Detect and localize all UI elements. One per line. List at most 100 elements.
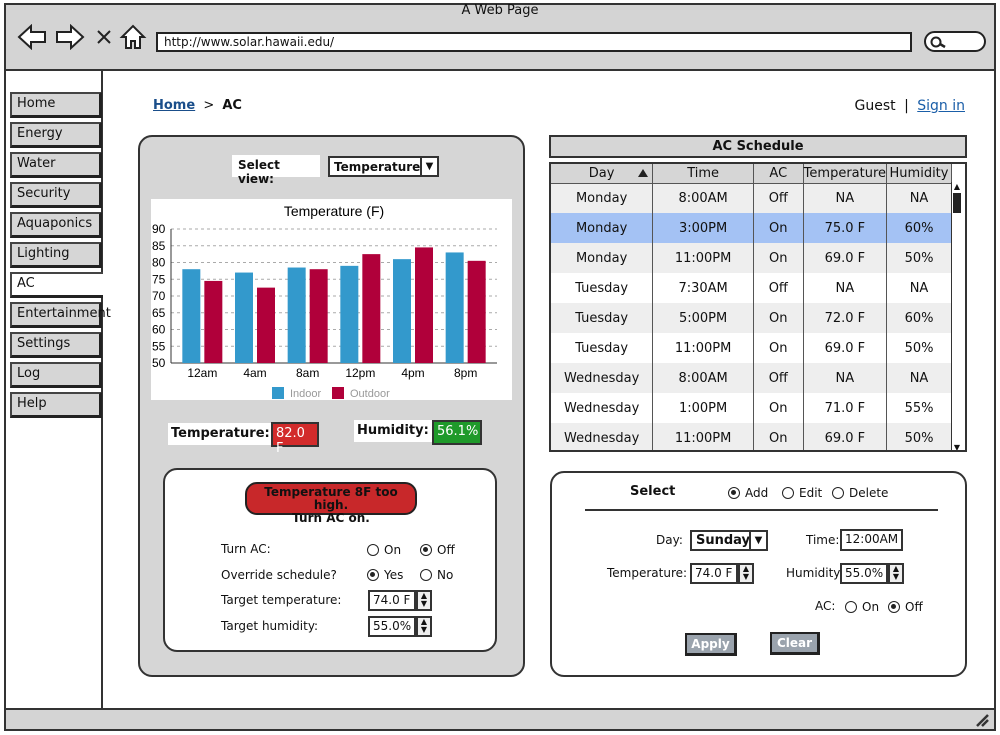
- target-temperature-stepper[interactable]: 74.0 F ▲ ▼: [368, 590, 432, 611]
- edit-mode-radio[interactable]: Edit: [782, 486, 822, 500]
- editor-ac-label: AC:: [815, 599, 836, 613]
- table-cell: On: [753, 393, 804, 423]
- sidebar-item-aquaponics[interactable]: Aquaponics: [10, 212, 102, 238]
- override-no-radio[interactable]: No: [420, 568, 453, 582]
- y-tick-label: 85: [152, 239, 166, 253]
- sidebar-item-security[interactable]: Security: [10, 182, 102, 208]
- view-select[interactable]: Temperature ▼: [328, 156, 439, 177]
- editor-ac-off-radio[interactable]: Off: [888, 600, 923, 614]
- table-row[interactable]: Monday 3:00PM On 75.0 F 60%: [551, 213, 952, 243]
- turn-ac-off-radio[interactable]: Off: [420, 543, 455, 557]
- sidebar-item-water[interactable]: Water: [10, 152, 102, 178]
- editor-ac-on-radio[interactable]: On: [845, 600, 879, 614]
- bar-indoor-4am: [235, 272, 253, 363]
- scrollbar-thumb[interactable]: [953, 193, 961, 213]
- table-cell: Off: [753, 273, 804, 303]
- resize-grip-icon[interactable]: [974, 712, 990, 728]
- stepper-value: 74.0 F: [373, 593, 411, 607]
- sort-ascending-icon[interactable]: [637, 167, 649, 182]
- radio-icon: [782, 487, 794, 499]
- editor-humidity-stepper[interactable]: 55.0% ▲ ▼: [840, 563, 904, 584]
- day-select[interactable]: Sunday ▼: [690, 530, 768, 551]
- address-bar[interactable]: http://www.solar.hawaii.edu/: [156, 32, 912, 52]
- sidebar-item-home[interactable]: Home: [10, 92, 102, 118]
- radio-icon: [367, 544, 379, 556]
- sidebar-item-lighting[interactable]: Lighting: [10, 242, 102, 268]
- stepper-arrows-icon[interactable]: ▲ ▼: [738, 563, 754, 584]
- table-cell: 69.0 F: [803, 423, 888, 450]
- table-cell: Tuesday: [551, 273, 654, 303]
- table-row[interactable]: Monday 11:00PM On 69.0 F 50%: [551, 243, 952, 273]
- editor-temperature-stepper[interactable]: 74.0 F ▲ ▼: [690, 563, 754, 584]
- back-arrow-icon[interactable]: [16, 22, 48, 52]
- humidity-readout-value: 56.1%: [432, 420, 482, 445]
- chevron-down-icon: ▼: [420, 158, 437, 175]
- table-cell: Off: [753, 363, 804, 393]
- bar-outdoor-8pm: [467, 260, 486, 363]
- stepper-arrows-icon[interactable]: ▲ ▼: [416, 590, 432, 611]
- radio-label: Off: [437, 543, 455, 557]
- sidebar-item-ac[interactable]: AC: [10, 272, 103, 298]
- apply-button[interactable]: Apply: [685, 633, 737, 656]
- time-input[interactable]: 12:00AM: [840, 529, 903, 551]
- table-scrollbar[interactable]: ▲ ▼: [951, 182, 963, 450]
- select-view-label: Select view:: [232, 155, 320, 186]
- scroll-down-icon[interactable]: ▼: [952, 443, 962, 450]
- legend-swatch-indoor: [272, 387, 284, 399]
- sidebar-item-settings[interactable]: Settings: [10, 332, 102, 358]
- table-cell: 72.0 F: [803, 303, 888, 333]
- table-row[interactable]: Tuesday 7:30AM Off NA NA: [551, 273, 952, 303]
- alert-banner: Temperature 8F too high. Turn AC on.: [245, 482, 417, 525]
- delete-mode-radio[interactable]: Delete: [832, 486, 888, 500]
- y-tick-label: 75: [152, 272, 166, 286]
- stepper-arrows-icon[interactable]: ▲ ▼: [416, 616, 432, 637]
- alert-line-2: Turn AC on.: [292, 511, 370, 525]
- table-cell: 3:00PM: [652, 213, 754, 243]
- table-row[interactable]: Wednesday 8:00AM Off NA NA: [551, 363, 952, 393]
- table-cell: 11:00PM: [652, 423, 754, 450]
- editor-humidity-label: Humidity:: [786, 566, 844, 580]
- table-cell: 8:00AM: [652, 183, 754, 213]
- sidebar-item-log[interactable]: Log: [10, 362, 102, 388]
- radio-label: Yes: [384, 568, 404, 582]
- table-row[interactable]: Monday 8:00AM Off NA NA: [551, 183, 952, 213]
- day-select-value: Sunday: [696, 533, 751, 548]
- column-header[interactable]: Humidity: [886, 164, 952, 184]
- clear-button[interactable]: Clear: [770, 632, 820, 655]
- breadcrumb-home-link[interactable]: Home: [153, 98, 195, 113]
- table-row[interactable]: Wednesday 1:00PM On 71.0 F 55%: [551, 393, 952, 423]
- close-icon[interactable]: [88, 22, 120, 52]
- forward-arrow-icon[interactable]: [54, 22, 86, 52]
- target-humidity-stepper[interactable]: 55.0% ▲ ▼: [368, 616, 432, 637]
- table-cell: On: [753, 303, 804, 333]
- sidebar-item-entertainment[interactable]: Entertainment: [10, 302, 111, 328]
- bar-outdoor-4am: [257, 287, 275, 363]
- table-row[interactable]: Wednesday 11:00PM On 69.0 F 50%: [551, 423, 952, 450]
- column-header[interactable]: Temperature: [803, 164, 888, 184]
- editor-divider: [585, 509, 938, 511]
- override-yes-radio[interactable]: Yes: [367, 568, 403, 582]
- stepper-arrows-icon[interactable]: ▲ ▼: [888, 563, 904, 584]
- column-header[interactable]: Time: [652, 164, 754, 184]
- y-tick-label: 90: [152, 222, 166, 236]
- browser-search[interactable]: [924, 31, 986, 52]
- y-tick-label: 55: [152, 339, 166, 353]
- table-row[interactable]: Tuesday 11:00PM On 69.0 F 50%: [551, 333, 952, 363]
- column-header[interactable]: AC: [753, 164, 804, 184]
- table-row[interactable]: Tuesday 5:00PM On 72.0 F 60%: [551, 303, 952, 333]
- sidebar-item-energy[interactable]: Energy: [10, 122, 102, 148]
- table-cell: Tuesday: [551, 333, 654, 363]
- scroll-up-icon[interactable]: ▲: [952, 182, 962, 191]
- home-icon[interactable]: [117, 22, 149, 52]
- sidebar-item-help[interactable]: Help: [10, 392, 102, 418]
- turn-ac-on-radio[interactable]: On: [367, 543, 401, 557]
- table-cell: On: [753, 423, 804, 450]
- add-mode-radio[interactable]: Add: [728, 486, 768, 500]
- sign-in-link[interactable]: Sign in: [917, 98, 965, 114]
- legend-label-indoor: Indoor: [290, 388, 322, 400]
- radio-label: Add: [745, 486, 769, 500]
- select-mode-label: Select: [630, 484, 676, 499]
- table-cell: On: [753, 243, 804, 273]
- bar-indoor-8pm: [445, 252, 464, 363]
- y-tick-label: 80: [152, 256, 166, 270]
